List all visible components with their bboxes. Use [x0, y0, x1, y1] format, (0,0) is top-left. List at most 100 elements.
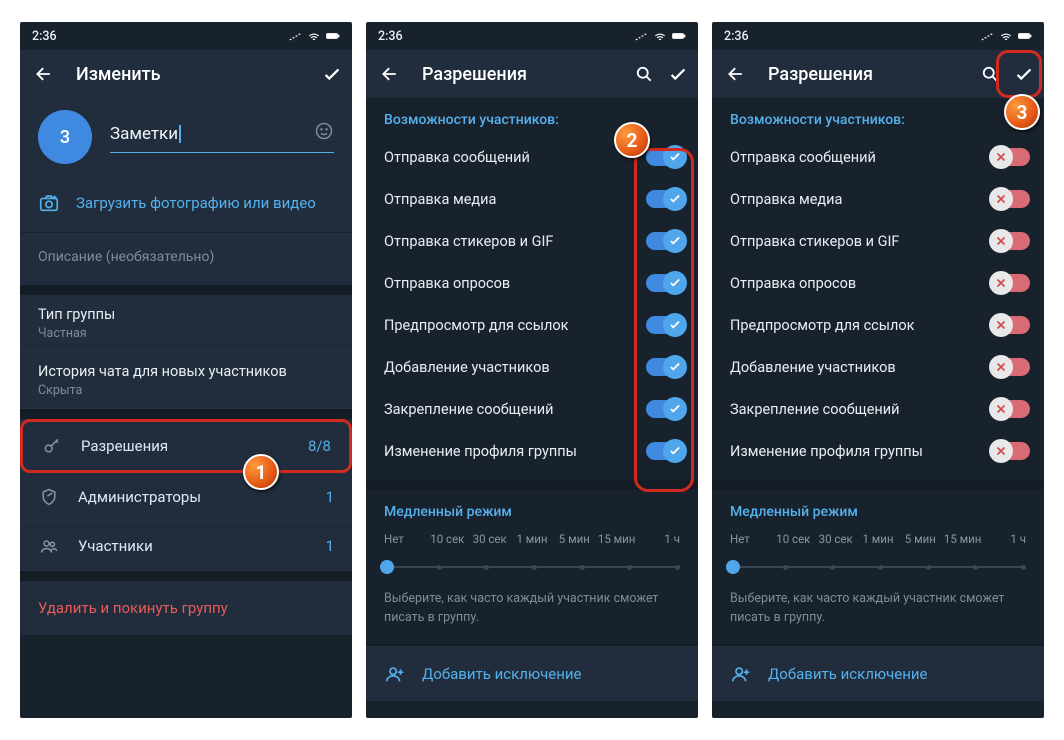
permission-label: Предпросмотр для ссылок — [384, 317, 569, 334]
slowmode-label: 5 мин — [553, 532, 595, 546]
upload-photo-row[interactable]: Загрузить фотографию или видео — [20, 178, 352, 232]
slowmode-label: 30 сек — [469, 532, 511, 546]
status-icons — [980, 29, 1032, 43]
permission-row: Отправка медиа — [384, 178, 684, 220]
admins-row[interactable]: Администраторы 1 — [20, 473, 352, 522]
permission-label: Отправка стикеров и GIF — [384, 233, 553, 250]
header: Изменить — [20, 50, 352, 98]
status-icons — [634, 29, 686, 43]
slowmode-label: 5 мин — [899, 532, 941, 546]
permissions-label: Разрешения — [81, 437, 168, 455]
slowmode-slider[interactable]: Нет10 сек30 сек1 мин5 мин15 мин1 ч — [366, 532, 698, 572]
permission-toggle[interactable] — [646, 442, 684, 460]
permission-label: Отправка опросов — [384, 275, 510, 292]
permission-label: Отправка сообщений — [730, 149, 876, 166]
avatar[interactable]: 3 — [38, 110, 92, 164]
permission-toggle[interactable] — [646, 148, 684, 166]
callout-badge-3: 3 — [1004, 94, 1040, 130]
slowmode-hint: Выберите, как часто каждый участник смож… — [366, 572, 698, 644]
status-bar: 2:36 — [366, 22, 698, 50]
permission-row: Отправка сообщений — [730, 136, 1030, 178]
permission-label: Отправка сообщений — [384, 149, 530, 166]
permission-label: Отправка стикеров и GIF — [730, 233, 899, 250]
delete-group-row[interactable]: Удалить и покинуть группу — [20, 581, 352, 635]
permission-toggle[interactable] — [992, 232, 1030, 250]
screen-permissions-off: 2:36 Разрешения 3 Возможности участников… — [712, 22, 1044, 718]
permission-toggle[interactable] — [992, 358, 1030, 376]
add-exception-row[interactable]: Добавить исключение — [712, 646, 1044, 701]
header: Разрешения — [712, 50, 1044, 98]
permission-toggle[interactable] — [992, 190, 1030, 208]
permission-toggle[interactable] — [646, 358, 684, 376]
confirm-button[interactable] — [320, 62, 344, 86]
permission-label: Отправка опросов — [730, 275, 856, 292]
add-exception-label: Добавить исключение — [768, 665, 928, 683]
confirm-button[interactable] — [666, 62, 690, 86]
permission-label: Предпросмотр для ссылок — [730, 317, 915, 334]
permission-toggle[interactable] — [646, 190, 684, 208]
slowmode-label: 15 мин — [596, 532, 638, 546]
permission-toggle[interactable] — [992, 316, 1030, 334]
slowmode-title: Медленный режим — [712, 490, 1044, 528]
slowmode-hint: Выберите, как часто каждый участник смож… — [712, 572, 1044, 644]
emoji-icon[interactable] — [314, 121, 334, 146]
permission-row: Отправка опросов — [384, 262, 684, 304]
callout-badge-1: 1 — [243, 454, 279, 490]
permissions-row[interactable]: Разрешения 8/8 1 — [20, 419, 352, 473]
members-value: 1 — [326, 537, 334, 555]
permission-toggle[interactable] — [646, 400, 684, 418]
status-icons — [288, 29, 340, 43]
upload-photo-label: Загрузить фотографию или видео — [76, 194, 316, 212]
permission-label: Закрепление сообщений — [384, 401, 554, 418]
permission-row: Отправка стикеров и GIF — [730, 220, 1030, 262]
history-row[interactable]: История чата для новых участников Скрыта — [20, 352, 352, 409]
confirm-button[interactable] — [1012, 62, 1036, 86]
back-button[interactable] — [34, 64, 54, 84]
group-name-row: 3 Заметки — [20, 98, 352, 178]
key-icon — [41, 436, 63, 456]
group-type-value: Частная — [38, 326, 334, 341]
delete-group-label: Удалить и покинуть группу — [38, 599, 228, 617]
add-exception-label: Добавить исключение — [422, 665, 582, 683]
permission-toggle[interactable] — [992, 442, 1030, 460]
slowmode-label: 10 сек — [772, 532, 814, 546]
history-label: История чата для новых участников — [38, 363, 334, 380]
back-button[interactable] — [726, 64, 746, 84]
permissions-section-title: Возможности участников: — [366, 98, 698, 136]
slowmode-label: Нет — [384, 532, 426, 546]
status-bar: 2:36 — [712, 22, 1044, 50]
search-button[interactable] — [978, 62, 1002, 86]
header-title: Изменить — [76, 64, 310, 85]
permission-toggle[interactable] — [646, 232, 684, 250]
description-input[interactable]: Описание (необязательно) — [20, 233, 352, 285]
permission-toggle[interactable] — [992, 400, 1030, 418]
screen-permissions-on: 2:36 Разрешения Возможности участников: … — [366, 22, 698, 718]
status-time: 2:36 — [378, 29, 403, 44]
status-time: 2:36 — [724, 29, 749, 44]
permissions-list: Отправка сообщенийОтправка медиаОтправка… — [712, 136, 1044, 480]
permission-toggle[interactable] — [992, 274, 1030, 292]
group-name-input[interactable]: Заметки — [110, 121, 334, 153]
permissions-section-title: Возможности участников: — [712, 98, 1044, 136]
permission-label: Добавление участников — [730, 359, 896, 376]
permission-label: Отправка медиа — [384, 191, 496, 208]
status-time: 2:36 — [32, 29, 57, 44]
permission-row: Добавление участников — [730, 346, 1030, 388]
permission-label: Закрепление сообщений — [730, 401, 900, 418]
permission-toggle[interactable] — [992, 148, 1030, 166]
admins-value: 1 — [326, 488, 334, 506]
permission-toggle[interactable] — [646, 274, 684, 292]
slowmode-slider[interactable]: Нет10 сек30 сек1 мин5 мин15 мин1 ч — [712, 532, 1044, 572]
group-name-value: Заметки — [110, 124, 178, 144]
header: Разрешения — [366, 50, 698, 98]
group-type-row[interactable]: Тип группы Частная — [20, 295, 352, 352]
status-bar: 2:36 — [20, 22, 352, 50]
callout-badge-2: 2 — [614, 122, 650, 158]
search-button[interactable] — [632, 62, 656, 86]
back-button[interactable] — [380, 64, 400, 84]
permission-label: Добавление участников — [384, 359, 550, 376]
permission-toggle[interactable] — [646, 316, 684, 334]
members-row[interactable]: Участники 1 — [20, 522, 352, 571]
add-exception-row[interactable]: Добавить исключение — [366, 646, 698, 701]
header-title: Разрешения — [768, 64, 968, 85]
